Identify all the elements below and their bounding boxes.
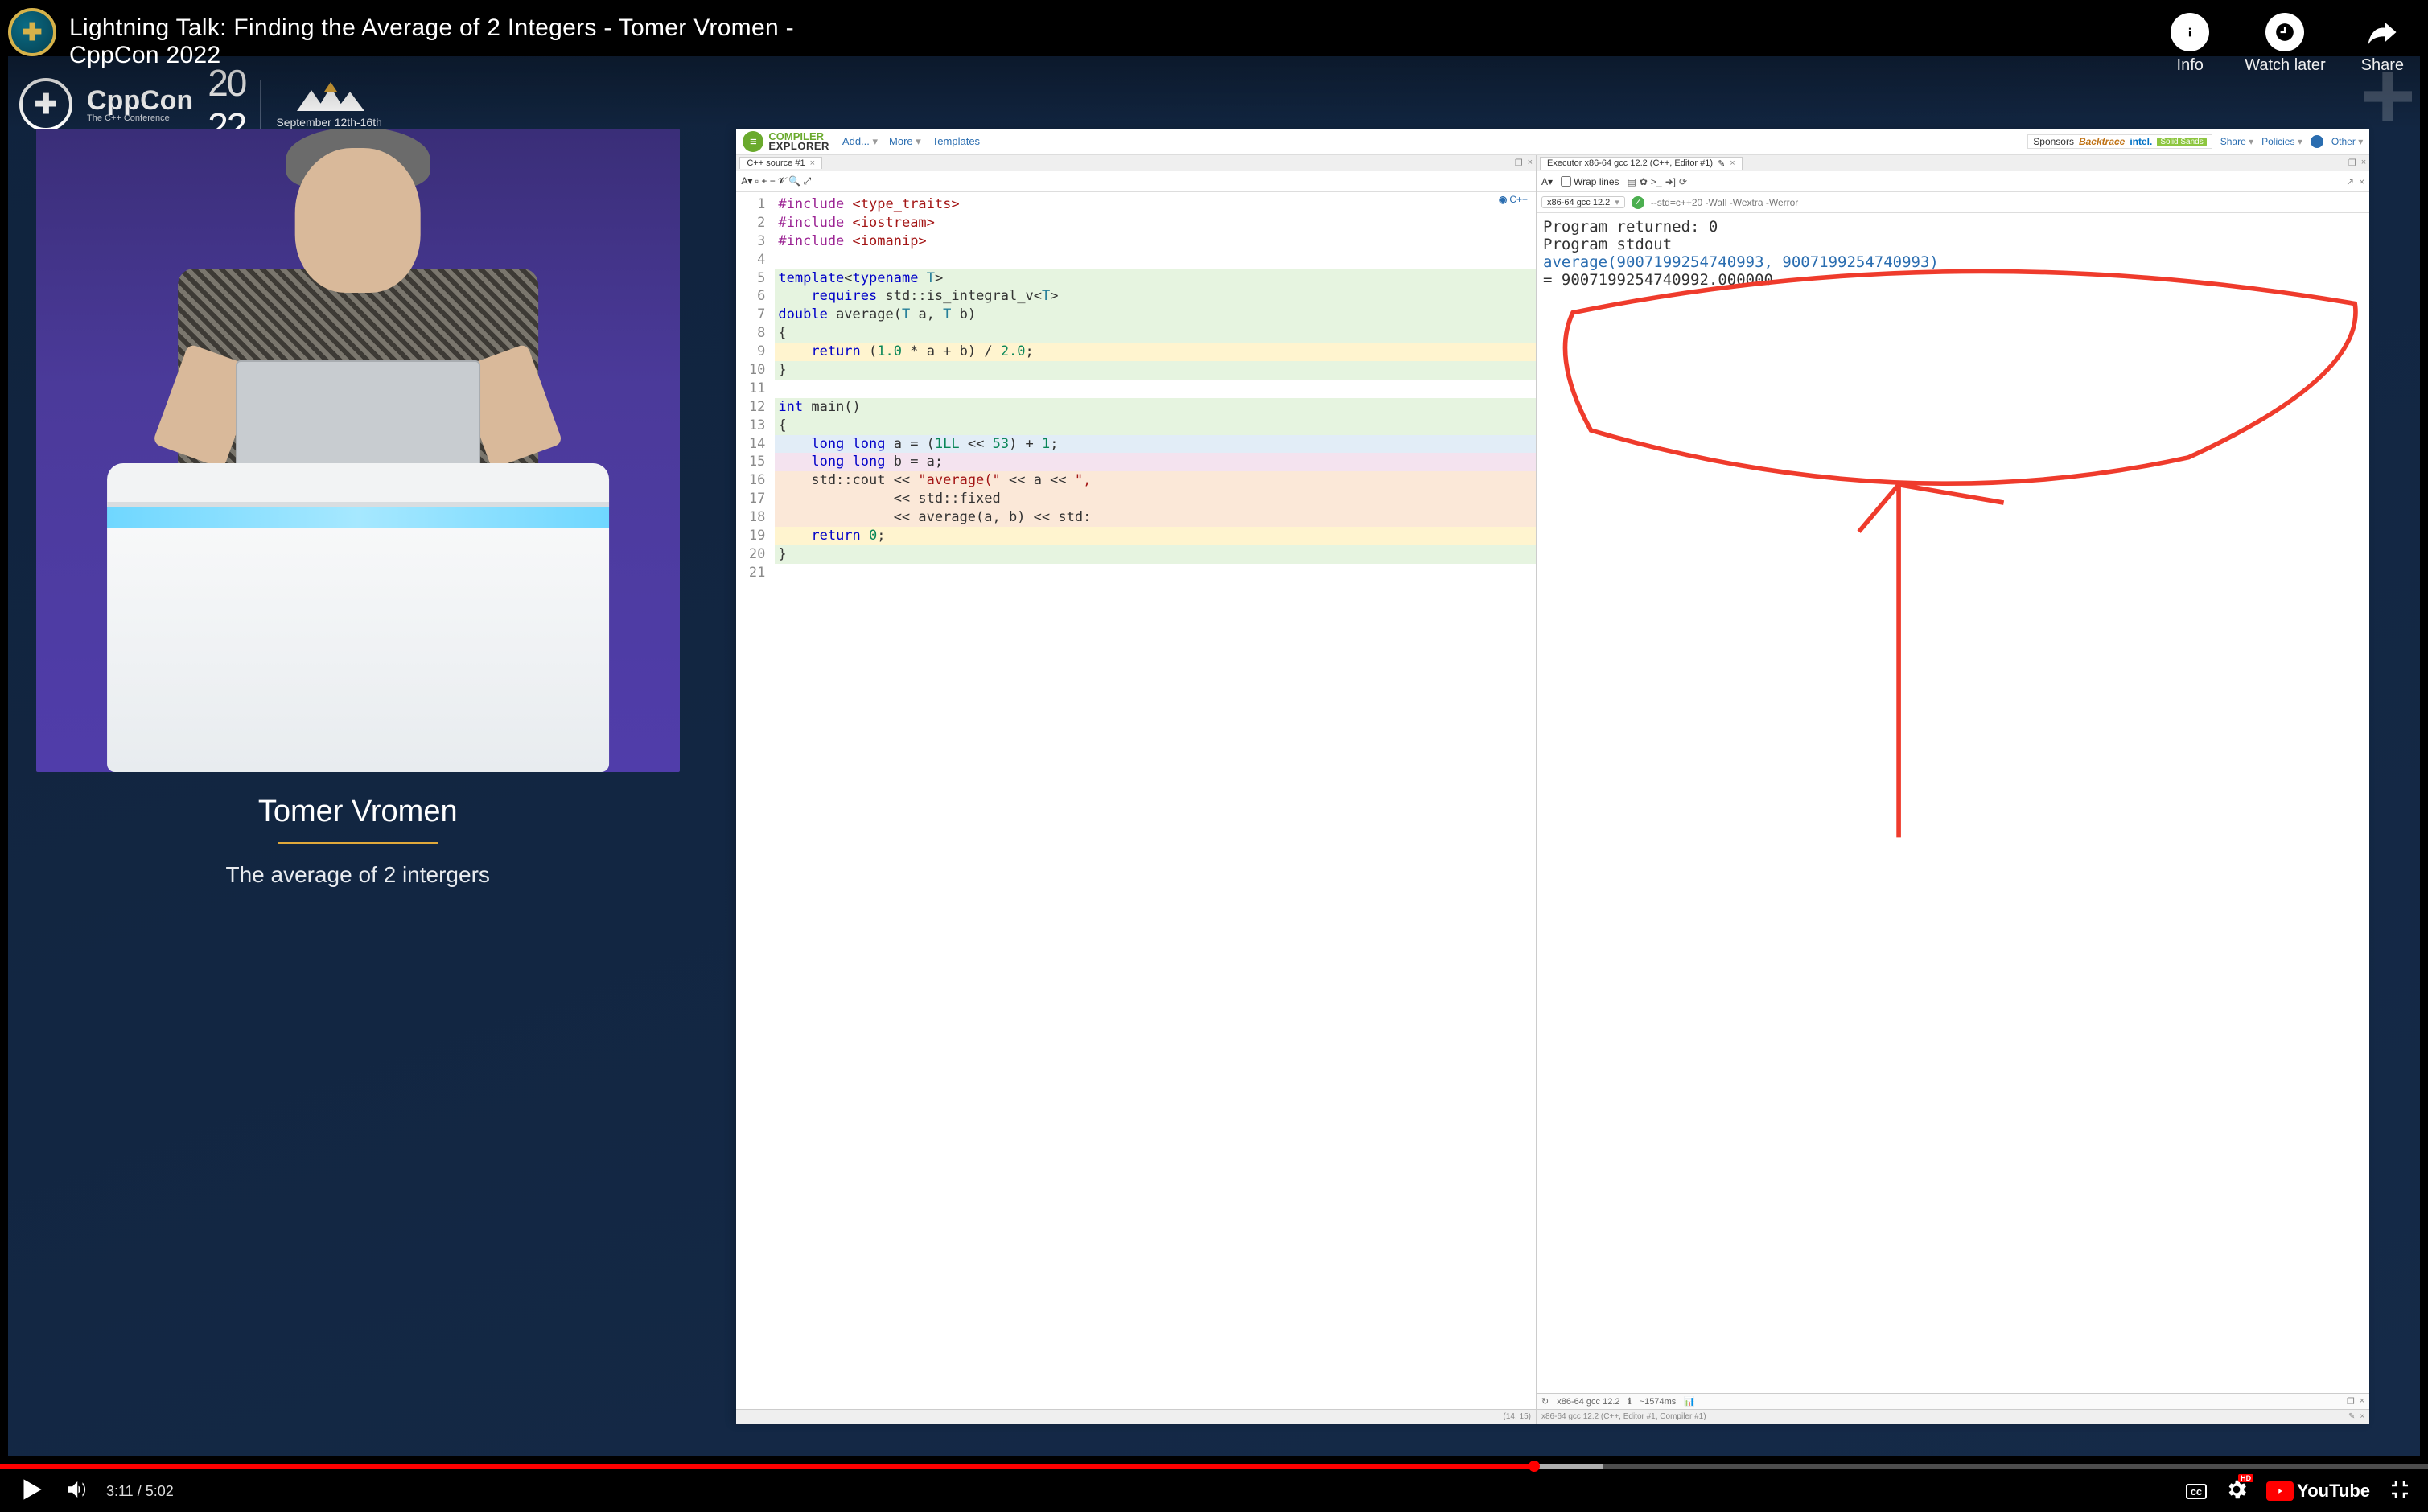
sponsor-solid-sands: Solid Sands <box>2157 138 2206 146</box>
popout-icon[interactable]: ❐ <box>2347 1396 2355 1407</box>
youtube-button[interactable]: YouTube <box>2266 1481 2370 1502</box>
video-frame: ✚ CppCon The C++ Conference 20 22 Septem… <box>8 56 2420 1456</box>
exit-fullscreen-button[interactable] <box>2388 1477 2412 1506</box>
player-controls: 3:11 / 5:02 cc HD YouTube <box>0 1464 2428 1512</box>
compiler-selector[interactable]: x86-64 gcc 12.2 <box>1541 196 1625 208</box>
line-gutter: 123456789101112131415161718192021 <box>736 192 772 1409</box>
volume-button[interactable] <box>64 1477 88 1506</box>
menu-add[interactable]: Add... <box>842 135 878 148</box>
time-display: 3:11 / 5:02 <box>106 1483 174 1500</box>
program-output: Program returned: 0 Program stdout avera… <box>1537 213 2369 1393</box>
footer-compiler: x86-64 gcc 12.2 <box>1557 1397 1619 1407</box>
close-pane-icon[interactable]: × <box>2361 158 2366 168</box>
info-button[interactable]: Info <box>2171 13 2209 129</box>
ce-top-menu: Add... More Templates <box>842 135 980 148</box>
gear-icon: ≡ <box>743 131 763 152</box>
status-ok-icon: ✓ <box>1632 196 1644 209</box>
compiler-row: x86-64 gcc 12.2 ✓ --std=c++20 -Wall -Wex… <box>1537 192 2369 213</box>
progress-played <box>0 1464 1534 1469</box>
executor-pane: Executor x86-64 gcc 12.2 (C++, Editor #1… <box>1537 155 2369 1424</box>
youtube-icon <box>2266 1481 2294 1501</box>
sponsor-backtrace: Backtrace <box>2079 136 2125 147</box>
footer-time: ~1574ms <box>1640 1397 1677 1407</box>
hd-badge: HD <box>2238 1474 2253 1482</box>
accent-underline <box>278 842 438 844</box>
speaker-column: Tomer Vromen The average of 2 intergers <box>8 56 707 1456</box>
notification-icon[interactable] <box>2311 135 2323 148</box>
ce-body: C++ source #1× ❐× A▾ ▫ + − 𝓥 🔍 ⤢ ◉C++ 12… <box>736 155 2369 1424</box>
wrap-lines-toggle[interactable]: Wrap lines <box>1561 176 1619 187</box>
font-dropdown[interactable]: A▾ <box>1541 176 1553 187</box>
captions-button[interactable]: cc <box>2186 1484 2207 1499</box>
source-tab[interactable]: C++ source #1× <box>739 157 822 169</box>
popout-icon[interactable]: ❐ <box>1515 158 1523 168</box>
talk-caption: The average of 2 intergers <box>225 862 489 888</box>
editor-statusbar: (14, 15) <box>736 1409 1536 1424</box>
video-player: ✚ CppCon The C++ Conference 20 22 Septem… <box>0 0 2428 1512</box>
player-top-overlay: ✚ Lightning Talk: Finding the Average of… <box>0 0 2428 129</box>
podium-prop <box>107 463 609 772</box>
exec-toolbar: A▾ Wrap lines ▤✿>_➜]⟳ ↗ × <box>1537 171 2369 192</box>
sponsors-box[interactable]: Sponsors Backtrace intel. Solid Sands <box>2027 134 2212 149</box>
menu-more[interactable]: More <box>889 135 921 148</box>
link-other[interactable]: Other <box>2331 136 2363 147</box>
link-share[interactable]: Share <box>2220 136 2253 147</box>
close-pane-icon[interactable]: × <box>1528 158 1533 168</box>
ce-topbar: ≡ COMPILEREXPLORER Add... More Templates… <box>736 129 2369 155</box>
clock-icon <box>2265 13 2304 51</box>
channel-avatar[interactable]: ✚ <box>8 8 56 56</box>
edit-icon[interactable]: ✎ <box>1718 158 1725 169</box>
graph-icon[interactable]: 📊 <box>1684 1396 1695 1407</box>
source-toolbar[interactable]: A▾ ▫ + − 𝓥 🔍 ⤢ ◉C++ <box>736 171 1536 192</box>
code-editor[interactable]: 123456789101112131415161718192021 #inclu… <box>736 192 1536 1409</box>
output-result: = 9007199254740992.000000 <box>1543 271 2363 289</box>
exec-tab[interactable]: Executor x86-64 gcc 12.2 (C++, Editor #1… <box>1540 157 1743 170</box>
info-icon[interactable]: ℹ <box>1628 1396 1632 1407</box>
laptop-prop <box>236 360 480 476</box>
output-call: average(9007199254740993, 90071992547409… <box>1543 253 2363 271</box>
popout-icon[interactable]: ❐ <box>2348 158 2356 168</box>
share-icon <box>2363 13 2401 51</box>
source-tabstrip: C++ source #1× ❐ × <box>736 155 1536 171</box>
output-returned: Program returned: 0 <box>1543 218 2363 236</box>
card-teaser-plus-icon[interactable] <box>2356 64 2420 129</box>
source-toolbar-buttons[interactable]: A▾ ▫ + − 𝓥 🔍 ⤢ <box>741 175 811 187</box>
close-icon[interactable]: × <box>2360 1396 2364 1407</box>
speaker-camera <box>36 129 680 772</box>
exec-tabstrip: Executor x86-64 gcc 12.2 (C++, Editor #1… <box>1537 155 2369 171</box>
refresh-icon[interactable]: ↻ <box>1541 1396 1549 1407</box>
ce-right-links: Sponsors Backtrace intel. Solid Sands Sh… <box>2027 134 2363 149</box>
compiler-subtab[interactable]: x86-64 gcc 12.2 (C++, Editor #1, Compile… <box>1537 1409 2369 1424</box>
compiler-flags[interactable]: --std=c++20 -Wall -Wextra -Werror <box>1651 197 2364 208</box>
popout-icon[interactable]: ↗ <box>2346 176 2354 187</box>
watch-later-button[interactable]: Watch later <box>2245 13 2325 129</box>
exec-toolbar-icons[interactable]: ▤✿>_➜]⟳ <box>1628 176 1688 187</box>
ce-logo: ≡ COMPILEREXPLORER <box>743 131 829 152</box>
code-area[interactable]: #include <type_traits>#include <iostream… <box>772 192 1536 1409</box>
sponsors-label: Sponsors <box>2033 136 2074 147</box>
source-pane: C++ source #1× ❐ × A▾ ▫ + − 𝓥 🔍 ⤢ ◉C++ 12… <box>736 155 1537 1424</box>
sponsor-intel: intel. <box>2130 136 2152 147</box>
link-policies[interactable]: Policies <box>2261 136 2302 147</box>
settings-button[interactable]: HD <box>2224 1477 2249 1506</box>
compiler-explorer: ≡ COMPILEREXPLORER Add... More Templates… <box>736 129 2369 1424</box>
slide-content: ≡ COMPILEREXPLORER Add... More Templates… <box>707 56 2420 1456</box>
menu-templates[interactable]: Templates <box>932 135 980 148</box>
close-icon[interactable]: × <box>2359 176 2364 187</box>
annotation-overlay <box>1537 213 2369 1082</box>
play-button[interactable] <box>16 1474 47 1509</box>
speaker-name: Tomer Vromen <box>258 795 458 829</box>
progress-bar[interactable] <box>0 1464 2428 1469</box>
info-icon <box>2171 13 2209 51</box>
close-icon[interactable]: × <box>810 158 815 168</box>
exec-footer: ↻ x86-64 gcc 12.2 ℹ ~1574ms 📊 ❐ × <box>1537 1393 2369 1409</box>
output-stdout-header: Program stdout <box>1543 236 2363 253</box>
video-title[interactable]: Lightning Talk: Finding the Average of 2… <box>69 8 874 69</box>
close-icon[interactable]: × <box>1730 158 1735 168</box>
